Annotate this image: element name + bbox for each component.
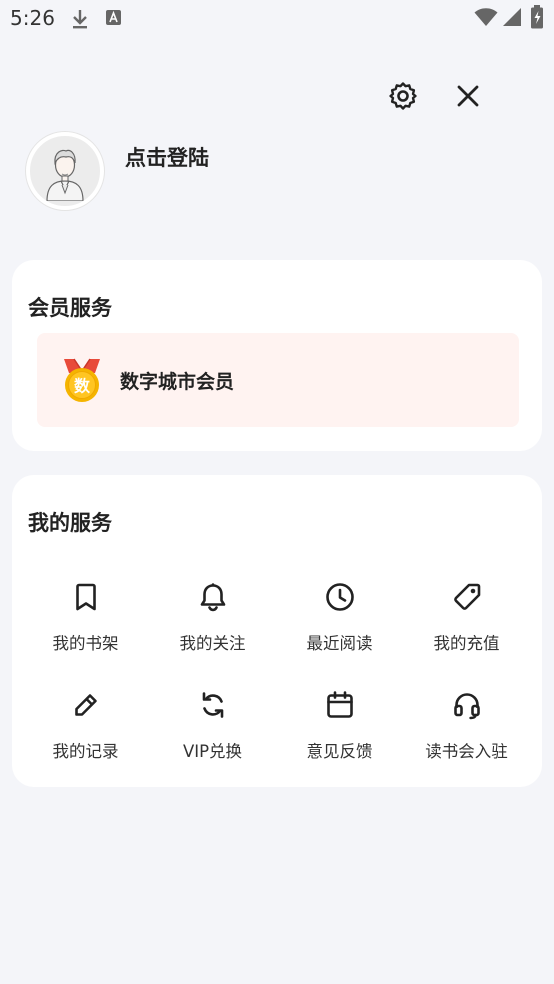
service-label: 最近阅读: [306, 634, 373, 653]
calendar-icon: [322, 687, 358, 723]
wifi-icon: [474, 7, 498, 31]
service-book-club-join[interactable]: 读书会入驻: [403, 681, 530, 777]
service-recharge[interactable]: 我的充值: [403, 573, 530, 669]
headset-icon: [449, 687, 485, 723]
user-avatar-icon: [46, 149, 84, 201]
service-bookshelf[interactable]: 我的书架: [22, 573, 149, 669]
member-medal-icon: 数: [59, 357, 105, 405]
service-label: 读书会入驻: [425, 742, 508, 761]
settings-icon: [388, 81, 418, 115]
profile-header: 点击登陆: [26, 132, 526, 212]
settings-button[interactable]: [385, 80, 421, 116]
service-label: 我的记录: [52, 742, 119, 761]
medal-char: 数: [74, 377, 91, 396]
battery-icon: [530, 5, 544, 33]
service-recent-reading[interactable]: 最近阅读: [276, 573, 403, 669]
service-vip-exchange[interactable]: VIP兑换: [149, 681, 276, 777]
header-actions: [354, 80, 554, 116]
service-feedback[interactable]: 意见反馈: [276, 681, 403, 777]
status-bar: 5:26: [0, 0, 554, 38]
close-icon: [455, 83, 481, 113]
status-time: 5:26: [10, 6, 55, 30]
download-icon: [70, 8, 90, 34]
tag-icon: [449, 579, 485, 615]
service-records[interactable]: 我的记录: [22, 681, 149, 777]
member-service-card: 会员服务 数 数字城市会员: [12, 260, 542, 451]
refresh-icon: [195, 687, 231, 723]
font-icon: [105, 8, 123, 32]
service-label: 我的充值: [433, 634, 500, 653]
service-following[interactable]: 我的关注: [149, 573, 276, 669]
bell-icon: [195, 579, 231, 615]
my-services-card: 我的服务 我的书架 我的关注 最近阅读 我的充值 我的记录 VIP兑换 意见反馈…: [12, 475, 542, 787]
service-label: 意见反馈: [306, 742, 373, 761]
close-button[interactable]: [450, 80, 486, 116]
signal-icon: [502, 7, 522, 31]
my-services-title: 我的服务: [28, 511, 112, 535]
avatar[interactable]: [26, 132, 104, 210]
member-center-page: 5:26 点击登陆 会员服务 数 数字城市会员 我的服务 我的书架 我的关注 最…: [0, 0, 554, 984]
service-label: 我的书架: [52, 634, 119, 653]
login-prompt[interactable]: 点击登陆: [125, 142, 209, 172]
digital-city-member-item[interactable]: 数 数字城市会员: [37, 333, 519, 427]
bookmark-icon: [68, 579, 104, 615]
service-label: VIP兑换: [182, 742, 243, 761]
member-service-title: 会员服务: [28, 296, 112, 320]
service-label: 我的关注: [179, 634, 246, 653]
member-item-label: 数字城市会员: [120, 371, 235, 393]
pencil-icon: [68, 687, 104, 723]
clock-icon: [322, 579, 358, 615]
